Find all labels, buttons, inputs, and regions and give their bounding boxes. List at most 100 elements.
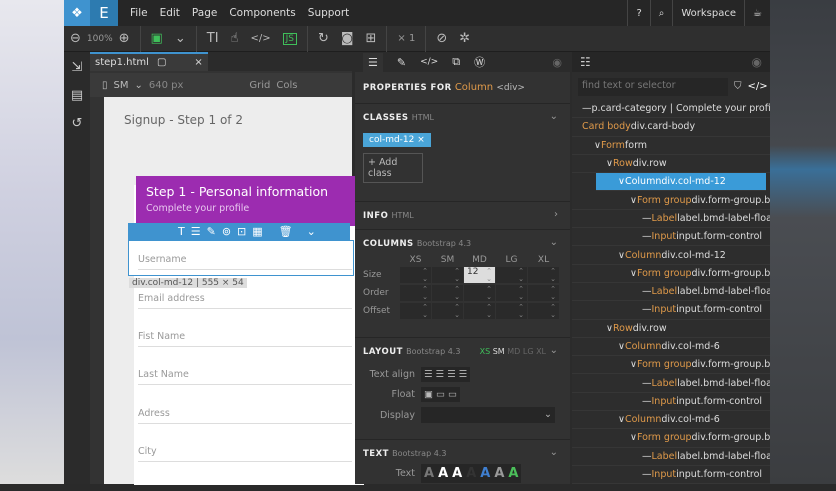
js-icon[interactable]: JS xyxy=(282,32,297,45)
tree-row-toggle[interactable]: ∨ xyxy=(630,268,637,279)
menu-components[interactable]: Components xyxy=(229,7,295,19)
chevron-down-icon[interactable]: ⌄ xyxy=(550,345,558,356)
bp-md[interactable]: MD xyxy=(507,347,520,356)
search-icon[interactable]: ⌕ xyxy=(649,0,673,26)
tree-row[interactable]: ∨ Row div.row xyxy=(572,320,770,338)
tree-row-toggle[interactable]: ∨ xyxy=(618,176,625,187)
eye-icon[interactable]: ◉ xyxy=(552,56,562,69)
trash-icon[interactable]: 🗑 xyxy=(279,225,293,238)
add-page-icon[interactable]: ⊞ xyxy=(366,31,377,46)
code-icon[interactable]: </> xyxy=(250,33,270,44)
tree-row[interactable]: — p.card-category | Complete your profi.… xyxy=(572,100,770,119)
bp-xl[interactable]: XL xyxy=(536,347,546,356)
tab-step1[interactable]: step1.html ▢ × xyxy=(90,52,208,71)
size-md-input[interactable]: 12 xyxy=(464,267,495,283)
size-xs-input[interactable] xyxy=(400,267,431,283)
tree-row-toggle[interactable]: ∨ xyxy=(618,250,625,261)
tree-row-toggle[interactable]: — xyxy=(642,469,652,480)
tree-row[interactable]: — Label label.bmd-label-floatir xyxy=(572,283,770,302)
offset-input[interactable] xyxy=(528,303,559,319)
workspace-button[interactable]: Workspace xyxy=(672,0,744,26)
layout-icon[interactable]: ▣ xyxy=(151,31,163,46)
tree-row[interactable]: — Label label.bmd-label-floatir xyxy=(572,210,770,229)
order-input[interactable] xyxy=(464,285,495,301)
help-icon[interactable]: ? xyxy=(627,0,649,26)
chevron-down-icon[interactable]: ⌄ xyxy=(307,225,316,238)
device-select[interactable]: SM xyxy=(114,80,129,91)
tree-row[interactable]: — Label label.bmd-label-floatir xyxy=(572,448,770,466)
tree-row[interactable]: ∨ Form form xyxy=(572,137,770,155)
pinegrow-logo-icon[interactable]: ❖ xyxy=(64,0,90,26)
grid-toggle[interactable]: Grid xyxy=(249,80,270,91)
menu-file[interactable]: File xyxy=(130,7,148,19)
close-icon[interactable]: × xyxy=(194,57,202,68)
tree-row[interactable]: — Input input.form-control xyxy=(572,393,770,412)
tree-row-toggle[interactable]: — xyxy=(642,451,652,462)
last-name-field[interactable]: Last Name xyxy=(138,369,352,385)
grid-icon[interactable]: ▦ xyxy=(252,225,262,238)
tree-row-toggle[interactable]: ∨ xyxy=(618,414,625,425)
tree-row-toggle[interactable]: ∨ xyxy=(606,158,613,169)
tree-row[interactable]: Card body div.card-body xyxy=(572,118,770,137)
duplicate-icon[interactable]: ⊚ xyxy=(222,225,231,238)
tree-row-toggle[interactable]: — xyxy=(642,231,652,242)
refresh-icon[interactable]: ↻ xyxy=(318,31,329,46)
chevron-down-icon[interactable]: ⌄ xyxy=(550,111,558,122)
size-sm-input[interactable] xyxy=(432,267,463,283)
menu-support[interactable]: Support xyxy=(308,7,350,19)
tree-row-toggle[interactable]: ∨ xyxy=(618,341,625,352)
tree-row[interactable]: ∨ Form group div.form-group.bm xyxy=(572,265,770,283)
zoom-in-icon[interactable]: ⊕ xyxy=(119,31,130,46)
tree-row-toggle[interactable]: — xyxy=(642,213,652,224)
properties-tab-icon[interactable]: ☰ xyxy=(363,52,383,72)
size-lg-input[interactable] xyxy=(496,267,527,283)
card-header[interactable]: Step 1 - Personal information Complete y… xyxy=(136,176,366,226)
add-class-button[interactable]: + Add class xyxy=(363,153,423,183)
order-input[interactable] xyxy=(432,285,463,301)
text-color-buttons[interactable]: AAAAAAA xyxy=(421,464,522,483)
tree-row-toggle[interactable]: ∨ xyxy=(630,359,637,370)
tree-icon[interactable]: ☷ xyxy=(580,55,591,69)
bp-xs[interactable]: XS xyxy=(480,347,491,356)
props-icon[interactable]: ☰ xyxy=(191,225,201,238)
brush-icon[interactable]: ✎ xyxy=(207,225,216,238)
tree-row-toggle[interactable]: — xyxy=(582,103,592,114)
info-section[interactable]: INFO HTML › xyxy=(355,202,570,230)
tree-row-toggle[interactable]: — xyxy=(642,304,652,315)
tree-row-toggle[interactable]: — xyxy=(642,378,652,389)
chevron-down-icon[interactable]: ⌄ xyxy=(550,237,558,248)
display-select[interactable]: ⌄ xyxy=(421,407,555,423)
tree-row[interactable]: ∨ Row div.row xyxy=(572,155,770,174)
code-view-icon[interactable]: </> xyxy=(748,81,768,92)
selection-toolbar[interactable]: T ☰ ✎ ⊚ ⊡ ▦ 🗑 ⌄ xyxy=(128,223,350,240)
tree-row[interactable]: — Label label.bmd-label-floatir xyxy=(572,374,770,393)
menu-page[interactable]: Page xyxy=(192,7,217,19)
cols-toggle[interactable]: Cols xyxy=(276,80,297,91)
first-name-field[interactable]: Fist Name xyxy=(138,331,352,347)
tree-row-toggle[interactable]: — xyxy=(642,396,652,407)
import-icon[interactable]: ⇲ xyxy=(64,60,90,80)
menu-edit[interactable]: Edit xyxy=(160,7,180,19)
tree-row[interactable]: — Input input.form-control xyxy=(572,301,770,320)
tree-row[interactable]: — Input input.form-control xyxy=(572,228,770,247)
text-align-buttons[interactable]: ☰ ☰ ☰ ☰ xyxy=(421,367,471,382)
order-input[interactable] xyxy=(400,285,431,301)
library-icon[interactable]: ▤ xyxy=(64,88,90,108)
offset-input[interactable] xyxy=(400,303,431,319)
tree-row[interactable]: ∨ Form group div.form-group.bm xyxy=(572,191,770,210)
chevron-right-icon[interactable]: › xyxy=(554,209,558,220)
offset-input[interactable] xyxy=(464,303,495,319)
eye-icon[interactable]: ◉ xyxy=(752,55,762,69)
city-field[interactable]: City xyxy=(138,446,352,462)
tree-row-toggle[interactable]: ∨ xyxy=(594,140,601,151)
tree-row[interactable]: ∨ Column div.col-md-12 xyxy=(572,246,770,265)
tree-row[interactable]: ∨ Column div.col-md-6 xyxy=(572,338,770,357)
offset-input[interactable] xyxy=(496,303,527,319)
tree-row-toggle[interactable]: — xyxy=(642,286,652,297)
components-tab-icon[interactable]: ⧉ xyxy=(452,55,460,69)
filter-icon[interactable]: ⛉ xyxy=(734,81,742,92)
editor-icon[interactable]: E xyxy=(90,0,118,26)
bp-sm[interactable]: SM xyxy=(493,347,505,356)
chevron-down-icon[interactable]: ⌄ xyxy=(175,31,186,46)
coffee-icon[interactable]: ☕ xyxy=(744,0,770,26)
